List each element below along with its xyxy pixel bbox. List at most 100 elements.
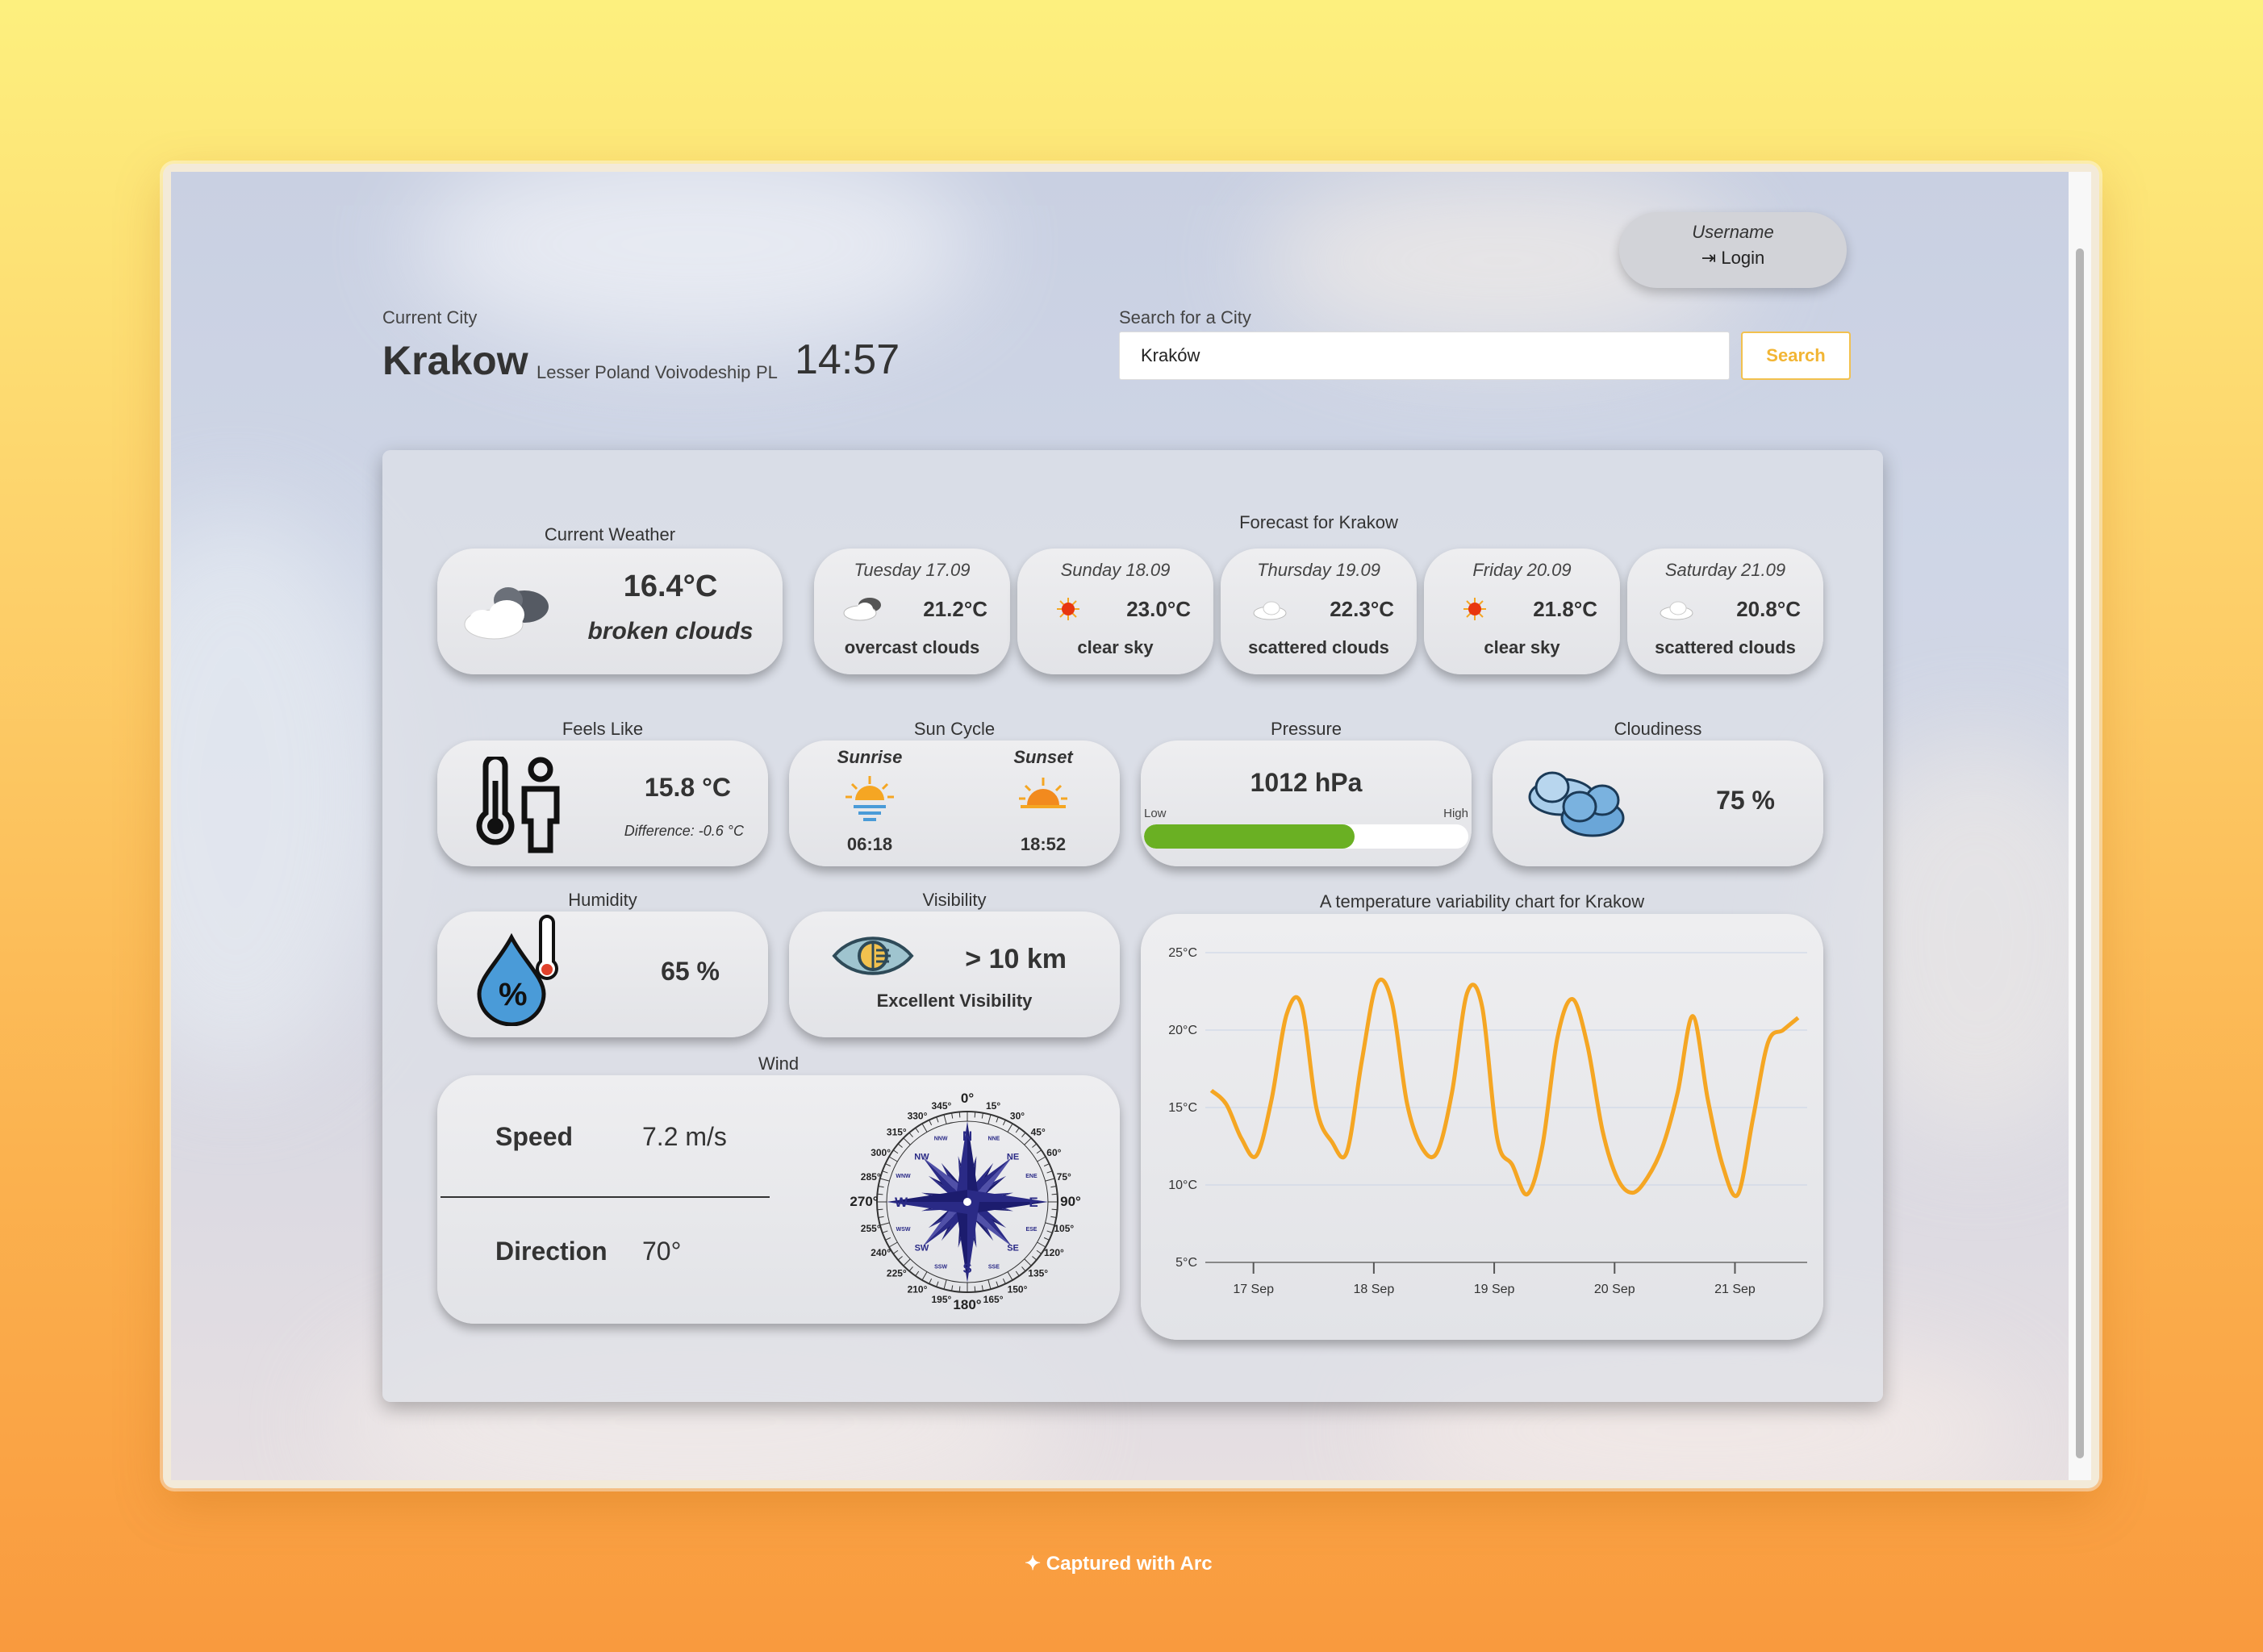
y-tick-label: 25°C xyxy=(1168,946,1197,960)
y-tick-label: 10°C xyxy=(1168,1179,1197,1192)
sun-icon xyxy=(1463,598,1486,620)
compass-cardinal-label: E xyxy=(1029,1195,1038,1210)
sunset-label: Sunset xyxy=(1013,747,1073,767)
compass-tick xyxy=(1007,1271,1013,1281)
compass-degree-label: 165° xyxy=(983,1294,1004,1305)
humidity-title: Humidity xyxy=(568,890,637,910)
sunset-time: 18:52 xyxy=(1020,834,1067,854)
forecast-temp: 20.8°C xyxy=(1736,597,1801,621)
compass-tick xyxy=(879,1222,890,1226)
visibility-description: Excellent Visibility xyxy=(876,991,1033,1011)
pressure-low-label: Low xyxy=(1144,807,1167,820)
compass-cardinal-label: N xyxy=(962,1128,972,1144)
sunset-icon xyxy=(1019,778,1067,808)
forecast-description: scattered clouds xyxy=(1248,637,1389,657)
pressure-bar-track xyxy=(1144,824,1468,849)
forecast-card: Tuesday 17.09 21.2°C overcast clouds xyxy=(814,549,1010,674)
compass-tick xyxy=(1037,1156,1046,1162)
pressure-bar-fill xyxy=(1144,824,1355,849)
compass-center xyxy=(963,1198,971,1206)
login-icon: ⇥ xyxy=(1701,248,1717,268)
scrollbar-thumb[interactable] xyxy=(2076,248,2084,1458)
compass-tick xyxy=(1015,1127,1020,1133)
forecast-title: Forecast for Krakow xyxy=(1239,512,1398,532)
compass-tick xyxy=(1046,1170,1053,1174)
compass-tick xyxy=(981,1285,983,1291)
forecast-description: clear sky xyxy=(1077,637,1154,657)
pressure-value: 1012 hPa xyxy=(1250,768,1363,797)
compass-degree-label: 195° xyxy=(931,1294,951,1305)
compass-degree-label: 30° xyxy=(1010,1111,1025,1122)
compass-degree-label: 45° xyxy=(1031,1126,1046,1137)
compass-tick xyxy=(877,1208,883,1211)
compass-cardinal-label: S xyxy=(962,1261,971,1276)
compass-degree-label: 210° xyxy=(908,1283,928,1295)
compass-tick xyxy=(1024,1137,1032,1145)
compass-tick xyxy=(987,1114,992,1124)
visibility-title: Visibility xyxy=(922,890,987,910)
compass-degree-label: 240° xyxy=(871,1247,891,1258)
visibility-card: > 10 km Excellent Visibility xyxy=(789,912,1120,1037)
compass-tick xyxy=(908,1266,913,1272)
compass-degree-label: 315° xyxy=(887,1126,907,1137)
wind-title: Wind xyxy=(758,1053,800,1074)
weather-panel: Current Weather 16.4°C broken clouds For… xyxy=(382,450,1883,1402)
cloud-icon xyxy=(1660,601,1693,620)
x-tick-label: 19 Sep xyxy=(1474,1283,1515,1296)
search-button[interactable]: Search xyxy=(1741,332,1851,380)
sun-cycle-card: Sunrise 06:18 Sunset 18:52 xyxy=(789,740,1120,866)
current-weather-title: Current Weather xyxy=(544,524,676,544)
compass-tick xyxy=(903,1258,911,1266)
cloud-icon xyxy=(1253,601,1287,620)
app-viewport: Username ⇥ Login Current City Krakow Les… xyxy=(171,172,2077,1480)
cloudiness-card: 75 % xyxy=(1493,740,1823,866)
forecast-temp: 23.0°C xyxy=(1126,597,1191,621)
compass-tick xyxy=(936,1281,939,1287)
compass-degree-label: 285° xyxy=(861,1171,881,1183)
username-label: Username xyxy=(1692,222,1774,242)
compass-minor-label: NNW xyxy=(934,1137,948,1142)
compass-tick xyxy=(915,1127,920,1133)
wind-direction-label: Direction xyxy=(495,1237,608,1266)
compass-tick xyxy=(885,1237,891,1241)
login-button[interactable]: Username ⇥ Login xyxy=(1619,212,1847,288)
sun-cycle-title: Sun Cycle xyxy=(913,719,996,739)
compass-tick xyxy=(987,1279,992,1290)
compass-degree-label: 0° xyxy=(961,1091,974,1106)
compass-cardinal-label: W xyxy=(895,1195,908,1210)
compass-tick xyxy=(958,1112,961,1118)
compass-tick xyxy=(996,1281,999,1287)
sunrise-icon xyxy=(845,776,894,821)
compass-tick xyxy=(921,1271,928,1281)
current-temp: 16.4°C xyxy=(623,569,718,603)
cloudiness-title: Cloudiness xyxy=(1614,719,1702,739)
humidity-icon: % xyxy=(477,915,558,1026)
forecast-day: Tuesday 17.09 xyxy=(854,560,971,580)
compass-minor-label: SSE xyxy=(988,1264,1000,1270)
compass-tick xyxy=(1036,1149,1042,1154)
compass-degree-label: 120° xyxy=(1044,1247,1064,1258)
compass-degree-label: 330° xyxy=(908,1111,928,1122)
wind-card: Speed 7.2 m/s Direction 70° N E S W NE SE SW NW… xyxy=(437,1075,1120,1324)
compass-degree-label: 180° xyxy=(953,1297,981,1312)
visibility-value: > 10 km xyxy=(965,944,1067,974)
compass-degree-label: 150° xyxy=(1008,1283,1028,1295)
compass-minor-label: WNW xyxy=(896,1174,911,1179)
compass-degree-label: 60° xyxy=(1046,1147,1061,1158)
compass-intercardinal-label: NW xyxy=(914,1152,929,1162)
compass-tick xyxy=(1051,1193,1058,1195)
compass-tick xyxy=(1002,1120,1006,1126)
compass-tick xyxy=(1007,1123,1013,1133)
compass-minor-label: ENE xyxy=(1025,1174,1038,1179)
x-tick-label: 21 Sep xyxy=(1714,1283,1756,1296)
forecast-description: clear sky xyxy=(1484,637,1560,657)
compass-tick xyxy=(996,1116,999,1123)
compass-tick xyxy=(1043,1163,1050,1167)
scrollbar[interactable] xyxy=(2069,172,2091,1480)
compass-tick xyxy=(882,1230,888,1233)
forecast-card: Thursday 19.09 22.3°C scattered clouds xyxy=(1221,549,1417,674)
compass-tick xyxy=(1015,1270,1020,1277)
compass-tick xyxy=(879,1178,890,1182)
compass-minor-label: WSW xyxy=(896,1227,911,1233)
city-search-input[interactable] xyxy=(1119,332,1730,380)
